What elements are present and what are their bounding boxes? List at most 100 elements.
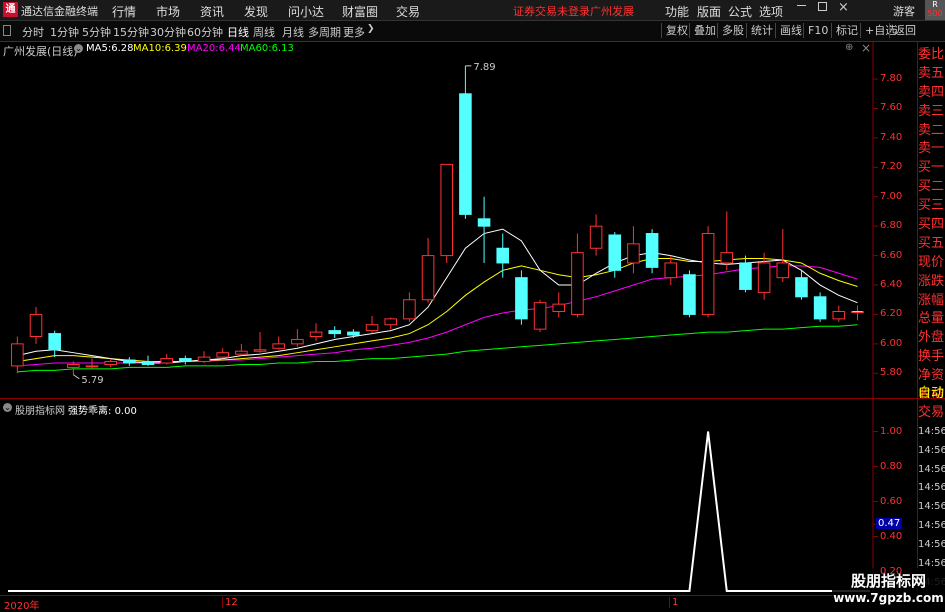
- guest-user[interactable]: 游客: [893, 3, 915, 19]
- ma5-label: MA5:6.28: [86, 43, 134, 54]
- menu-quotes[interactable]: 行情: [112, 3, 136, 20]
- period-intraday[interactable]: 分时: [22, 24, 44, 40]
- candle-body: [683, 274, 696, 315]
- side-item: 卖五: [918, 65, 945, 81]
- period-multi[interactable]: 多周期: [308, 24, 341, 40]
- candle-body: [328, 330, 342, 335]
- btn-stats[interactable]: 统计: [746, 23, 777, 38]
- side-item: 买二: [918, 179, 945, 195]
- indicator-menu-icon[interactable]: ⌄: [3, 403, 12, 412]
- ma5-line: [17, 228, 858, 364]
- menu-formula[interactable]: 公式: [728, 3, 752, 20]
- period-more[interactable]: 更多: [343, 24, 365, 40]
- candle-body: [720, 252, 734, 264]
- more-chevron-icon[interactable]: ❯: [367, 24, 375, 34]
- candle-body: [515, 277, 528, 320]
- period-1min[interactable]: 1分钟: [50, 24, 79, 40]
- candle-body: [141, 361, 155, 365]
- period-15min[interactable]: 15分钟: [113, 24, 149, 40]
- menu-discover[interactable]: 发现: [244, 3, 268, 20]
- menu-news[interactable]: 资讯: [200, 3, 224, 20]
- btn-draw[interactable]: 画线: [775, 23, 806, 38]
- settings-icon[interactable]: ⊕: [845, 42, 853, 53]
- side-item: 委比: [918, 47, 945, 62]
- indicator-chart[interactable]: [0, 399, 878, 595]
- btn-mark[interactable]: 标记: [831, 23, 862, 38]
- period-60min[interactable]: 60分钟: [187, 24, 223, 40]
- restore-icon[interactable]: [818, 2, 827, 11]
- btn-adjust[interactable]: 复权: [661, 23, 692, 38]
- candle-body: [29, 313, 43, 338]
- side-item: 买四: [918, 217, 945, 233]
- price-tick-label: 6.00: [880, 337, 903, 349]
- indicator-tick-label: 0.80: [880, 460, 903, 472]
- watermark-url: www.7gpzb.com: [833, 591, 944, 605]
- candle-body: [813, 296, 827, 320]
- menu-wenxiaoda[interactable]: 问小达: [288, 3, 324, 20]
- candle-body: [701, 233, 715, 315]
- indicator-tick-label: 1.00: [880, 425, 903, 437]
- menu-layout[interactable]: 版面: [697, 3, 721, 20]
- price-tick-label: 6.20: [880, 308, 903, 320]
- side-item: 涨幅: [918, 292, 945, 308]
- candle-body: [421, 255, 435, 301]
- candle-body: [496, 247, 510, 264]
- candle-body: [459, 93, 472, 215]
- r-badge[interactable]: R 500: [925, 0, 945, 20]
- side-item: 现价: [918, 254, 945, 270]
- title-bar: 通 通达信金融终端 行情 市场 资讯 发现 问小达 财富圈 交易 证券交易未登录…: [0, 0, 945, 21]
- low-marker: [73, 374, 80, 380]
- period-30min[interactable]: 30分钟: [150, 24, 186, 40]
- candle-body: [552, 303, 566, 313]
- candle-body: [67, 363, 80, 368]
- quote-side-panel: 委比 卖五 卖四 卖三 卖二 卖一 买一 买二 买三 买四 买五 现价 涨跌 涨幅 总量 外盘 换手 净资 收益: [918, 46, 945, 405]
- menu-wealth-circle[interactable]: 财富圈: [342, 3, 378, 20]
- candle-body: [571, 252, 584, 315]
- panel-toggle-icon[interactable]: [3, 25, 11, 36]
- side-item: 买三: [918, 198, 945, 214]
- candle-body: [272, 343, 285, 349]
- btn-f10[interactable]: F10: [803, 23, 832, 38]
- ma20-label: MA20:6.44: [187, 43, 241, 54]
- candle-body: [85, 365, 99, 368]
- close-chart-icon[interactable]: ×: [861, 41, 871, 55]
- axis-label-jan: 1: [669, 597, 678, 608]
- menu-options[interactable]: 选项: [759, 3, 783, 20]
- candle-body: [104, 361, 117, 365]
- period-5min[interactable]: 5分钟: [82, 24, 111, 40]
- period-monthly[interactable]: 月线: [282, 24, 304, 40]
- period-daily[interactable]: 日线: [227, 24, 249, 40]
- menu-trade[interactable]: 交易: [396, 3, 420, 20]
- candle-body: [291, 338, 304, 345]
- menu-market[interactable]: 市场: [156, 3, 180, 20]
- side-item: 卖三: [918, 103, 945, 119]
- period-weekly[interactable]: 周线: [253, 24, 275, 40]
- side-item: 买五: [918, 235, 945, 251]
- r-badge-number: 500: [927, 9, 943, 18]
- period-toolbar: 分时 1分钟 5分钟 15分钟 30分钟 60分钟 日线 周线 月线 多周期 更…: [0, 21, 945, 42]
- minimize-icon[interactable]: [797, 5, 806, 6]
- candle-body: [216, 352, 229, 358]
- trade-item: 14:56: [918, 482, 945, 494]
- btn-overlay[interactable]: 叠加: [689, 23, 720, 38]
- side-item: 卖二: [918, 122, 945, 138]
- candle-body: [384, 318, 398, 326]
- trade-item: 14:56: [918, 501, 945, 513]
- btn-back[interactable]: 返回: [889, 23, 920, 38]
- current-stock-name: 广州发展: [590, 5, 634, 18]
- axis-label-year: 2020年: [4, 601, 40, 612]
- login-status[interactable]: 证券交易未登录: [513, 3, 590, 19]
- menu-functions[interactable]: 功能: [665, 3, 689, 20]
- side-item: 总量: [918, 311, 945, 327]
- candle-body: [477, 218, 491, 227]
- candle-body: [664, 262, 678, 279]
- app-name: 通达信金融终端: [21, 5, 98, 18]
- candle-body: [757, 262, 771, 293]
- chevron-down-icon[interactable]: ⌄: [74, 44, 83, 53]
- close-icon[interactable]: ×: [838, 0, 849, 15]
- candle-body: [589, 225, 603, 249]
- candle-body: [608, 234, 622, 271]
- candlestick-chart[interactable]: 7.89 5.79: [0, 41, 878, 398]
- btn-multi-stock[interactable]: 多股: [717, 23, 748, 38]
- trade-item: 自动: [918, 386, 945, 401]
